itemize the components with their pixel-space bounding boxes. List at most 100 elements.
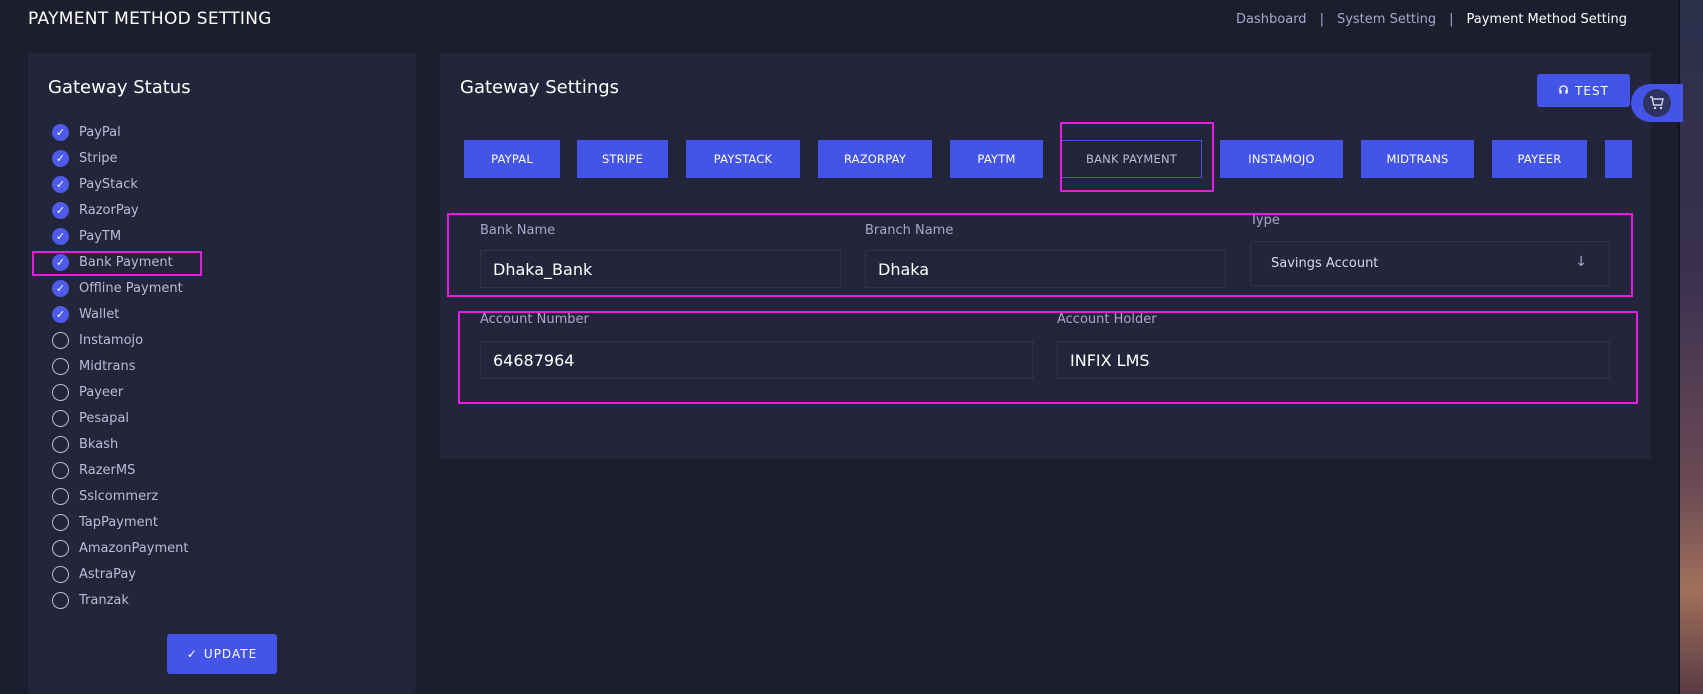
- check-icon[interactable]: ✓: [52, 305, 69, 323]
- gateway-item-sslcommerz[interactable]: Sslcommerz: [52, 483, 188, 509]
- check-icon[interactable]: ✓: [52, 253, 69, 271]
- account-number-input[interactable]: [480, 341, 1033, 379]
- tab-paytm[interactable]: PAYTM: [950, 140, 1043, 178]
- unchecked-circle-icon[interactable]: [52, 513, 69, 531]
- gateway-item-razerms[interactable]: RazerMS: [52, 457, 188, 483]
- arrow-down-icon: ↓: [1575, 254, 1587, 270]
- gateway-label: AmazonPayment: [79, 540, 189, 556]
- unchecked-circle-icon[interactable]: [52, 383, 69, 401]
- gateway-item-midtrans[interactable]: Midtrans: [52, 353, 188, 379]
- topbar: PAYMENT METHOD SETTING Dashboard | Syste…: [0, 0, 1680, 40]
- gateway-item-tranzak[interactable]: Tranzak: [52, 587, 188, 613]
- floating-cart-button[interactable]: [1631, 84, 1683, 122]
- cart-icon: [1643, 89, 1671, 117]
- headset-icon: [1558, 84, 1569, 98]
- update-button-label: UPDATE: [203, 647, 258, 661]
- gateway-item-bank-payment[interactable]: ✓ Bank Payment: [52, 249, 188, 275]
- breadcrumb-separator: |: [1449, 12, 1454, 27]
- gateway-status-title: Gateway Status: [48, 77, 191, 98]
- gateway-item-paypal[interactable]: ✓ PayPal: [52, 119, 188, 145]
- unchecked-circle-icon[interactable]: [52, 461, 69, 479]
- gateway-settings-card: Gateway Settings TEST PAYPAL STRIPE PAYS…: [440, 53, 1651, 459]
- gateway-label: PayPal: [79, 124, 121, 140]
- account-holder-label: Account Holder: [1057, 312, 1157, 327]
- bank-name-label: Bank Name: [480, 223, 556, 238]
- unchecked-circle-icon[interactable]: [52, 539, 69, 557]
- gateway-label: RazorPay: [79, 202, 139, 218]
- check-icon[interactable]: ✓: [52, 175, 69, 193]
- check-icon[interactable]: ✓: [52, 279, 69, 297]
- tab-razorpay[interactable]: RAZORPAY: [818, 140, 932, 178]
- gateway-label: Stripe: [79, 150, 118, 166]
- gateway-label: Payeer: [79, 384, 124, 400]
- gateway-label: Pesapal: [79, 410, 129, 426]
- breadcrumb: Dashboard | System Setting | Payment Met…: [1236, 12, 1627, 27]
- gateway-label: TapPayment: [79, 514, 158, 530]
- tab-stripe[interactable]: STRIPE: [577, 140, 668, 178]
- gateway-label: Instamojo: [79, 332, 144, 348]
- tab-midtrans[interactable]: MIDTRANS: [1361, 140, 1474, 178]
- gateway-item-astrapay[interactable]: AstraPay: [52, 561, 188, 587]
- check-icon: ✓: [186, 647, 198, 661]
- tab-bank-payment[interactable]: BANK PAYMENT: [1061, 140, 1202, 178]
- gateway-label: Bkash: [79, 436, 119, 452]
- gateway-label: Tranzak: [79, 592, 129, 608]
- gateway-status-list: ✓ PayPal ✓ Stripe ✓ PayStack ✓ RazorPay ✓ Pay…: [52, 119, 188, 613]
- type-select[interactable]: Savings Account ↓: [1250, 241, 1610, 286]
- desktop-background-strip: [1680, 0, 1703, 694]
- update-button[interactable]: ✓ UPDATE: [167, 634, 277, 674]
- gateway-item-offline-payment[interactable]: ✓ Offline Payment: [52, 275, 188, 301]
- gateway-settings-title: Gateway Settings: [460, 77, 620, 98]
- unchecked-circle-icon[interactable]: [52, 331, 69, 349]
- check-icon[interactable]: ✓: [52, 149, 69, 167]
- breadcrumb-system-setting[interactable]: System Setting: [1337, 12, 1436, 27]
- gateway-item-amazonpayment[interactable]: AmazonPayment: [52, 535, 188, 561]
- tab-instamojo[interactable]: INSTAMOJO: [1220, 140, 1343, 178]
- account-number-label: Account Number: [480, 312, 589, 327]
- gateway-label: Midtrans: [79, 358, 136, 374]
- tab-paystack[interactable]: PAYSTACK: [686, 140, 800, 178]
- tab-payeer[interactable]: PAYEER: [1492, 140, 1587, 178]
- unchecked-circle-icon[interactable]: [52, 357, 69, 375]
- gateway-label: PayTM: [79, 228, 122, 244]
- gateway-label: PayStack: [79, 176, 138, 192]
- breadcrumb-payment-method-setting: Payment Method Setting: [1466, 12, 1627, 27]
- unchecked-circle-icon[interactable]: [52, 409, 69, 427]
- gateway-label: RazerMS: [79, 462, 136, 478]
- gateway-item-paytm[interactable]: ✓ PayTM: [52, 223, 188, 249]
- gateway-label: Sslcommerz: [79, 488, 159, 504]
- type-label: Type: [1250, 213, 1280, 228]
- unchecked-circle-icon[interactable]: [52, 435, 69, 453]
- gateway-status-card: Gateway Status ✓ PayPal ✓ Stripe ✓ PayStack…: [28, 53, 416, 694]
- gateway-item-bkash[interactable]: Bkash: [52, 431, 188, 457]
- tab-overflow[interactable]: [1605, 140, 1632, 178]
- gateway-item-tappayment[interactable]: TapPayment: [52, 509, 188, 535]
- gateway-label: Bank Payment: [79, 254, 173, 270]
- breadcrumb-dashboard[interactable]: Dashboard: [1236, 12, 1307, 27]
- gateway-item-wallet[interactable]: ✓ Wallet: [52, 301, 188, 327]
- page-title: PAYMENT METHOD SETTING: [28, 9, 272, 29]
- gateway-label: Offline Payment: [79, 280, 183, 296]
- test-button-label: TEST: [1575, 83, 1609, 98]
- gateway-item-instamojo[interactable]: Instamojo: [52, 327, 188, 353]
- check-icon[interactable]: ✓: [52, 227, 69, 245]
- test-button[interactable]: TEST: [1537, 74, 1630, 107]
- unchecked-circle-icon[interactable]: [52, 591, 69, 609]
- tab-paypal[interactable]: PAYPAL: [464, 140, 560, 178]
- bank-name-input[interactable]: [480, 250, 841, 288]
- unchecked-circle-icon[interactable]: [52, 565, 69, 583]
- type-select-value: Savings Account: [1271, 256, 1379, 271]
- breadcrumb-separator: |: [1319, 12, 1324, 27]
- branch-name-label: Branch Name: [865, 223, 954, 238]
- check-icon[interactable]: ✓: [52, 201, 69, 219]
- gateway-item-payeer[interactable]: Payeer: [52, 379, 188, 405]
- check-icon[interactable]: ✓: [52, 123, 69, 141]
- gateway-item-pesapal[interactable]: Pesapal: [52, 405, 188, 431]
- gateway-item-stripe[interactable]: ✓ Stripe: [52, 145, 188, 171]
- unchecked-circle-icon[interactable]: [52, 487, 69, 505]
- gateway-item-razorpay[interactable]: ✓ RazorPay: [52, 197, 188, 223]
- gateway-label: Wallet: [79, 306, 120, 322]
- branch-name-input[interactable]: [865, 250, 1226, 288]
- account-holder-input[interactable]: [1057, 341, 1610, 379]
- gateway-item-paystack[interactable]: ✓ PayStack: [52, 171, 188, 197]
